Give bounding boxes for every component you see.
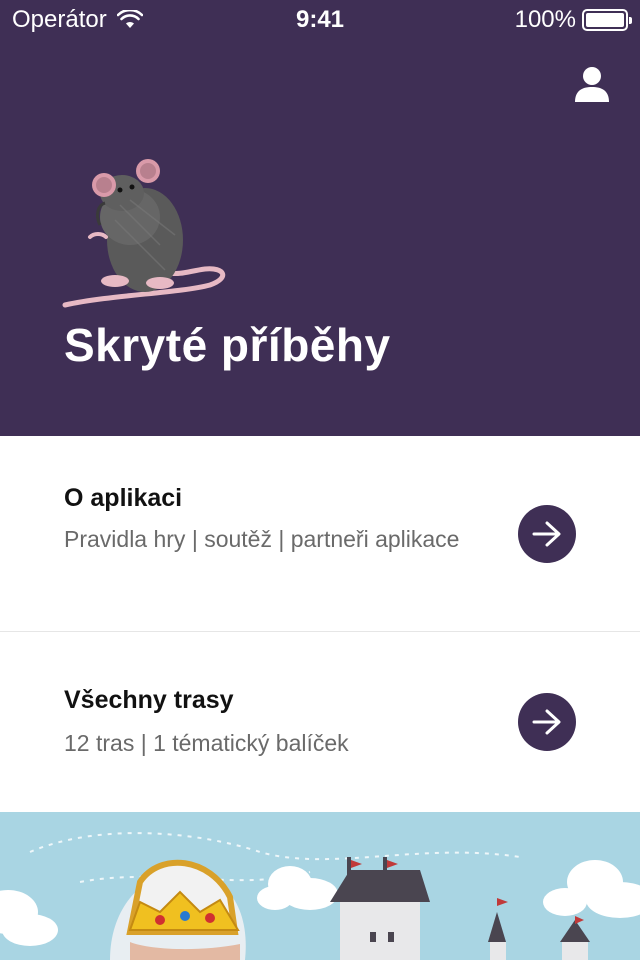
castle-center [330, 857, 430, 960]
menu-item-title: Všechny trasy [64, 686, 234, 714]
carrier-label: Operátor [12, 6, 107, 33]
status-left: Operátor [12, 6, 143, 34]
city-illustration [0, 812, 640, 960]
rat-illustration [62, 159, 225, 308]
about-arrow-button[interactable] [518, 505, 576, 563]
arrow-right-icon [532, 709, 561, 735]
arrow-right-icon [532, 521, 561, 547]
profile-button[interactable] [574, 66, 610, 104]
battery-icon [582, 9, 632, 31]
cloud-mid [257, 866, 338, 910]
app-title: Skryté příběhy [64, 319, 391, 371]
menu-item-title: O aplikaci [64, 484, 183, 512]
header: Operátor 9:41 100% Skryté příběhy [0, 0, 640, 436]
user-icon [575, 67, 609, 102]
city-scene [0, 832, 640, 960]
menu-item-about[interactable]: O aplikaci Pravidla hry | soutěž | partn… [0, 436, 640, 632]
menu-item-routes[interactable]: Všechny trasy 12 tras | 1 tématický balí… [0, 632, 640, 812]
clock: 9:41 [295, 6, 345, 33]
status-bar: Operátor 9:41 100% [0, 0, 640, 40]
cloud-right [543, 860, 640, 918]
battery-percentage: 100% [514, 6, 576, 33]
status-right: 100% [514, 6, 632, 34]
menu-item-subtitle: 12 tras | 1 tématický balíček [64, 730, 349, 756]
cloud-left [0, 890, 58, 946]
menu-item-subtitle: Pravidla hry | soutěž | partneři aplikac… [64, 526, 460, 552]
routes-arrow-button[interactable] [518, 693, 576, 751]
wifi-icon [116, 10, 143, 28]
